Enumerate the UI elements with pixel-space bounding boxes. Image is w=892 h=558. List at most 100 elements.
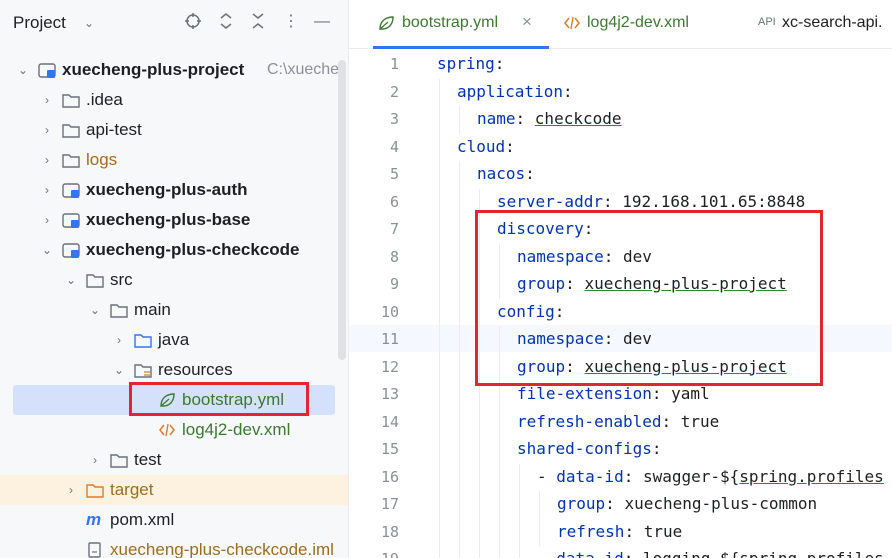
tree-item-java[interactable]: › java	[0, 325, 348, 355]
chevron-down-icon[interactable]: ⌄	[65, 273, 77, 287]
indent-guide	[539, 491, 540, 519]
chevron-right-icon[interactable]: ›	[41, 153, 53, 167]
tree-item-test[interactable]: › test	[0, 445, 348, 475]
indent-guide	[539, 518, 540, 546]
chevron-down-icon[interactable]: ⌄	[84, 16, 94, 30]
indent-guide	[499, 518, 500, 546]
chevron-down-icon[interactable]: ⌄	[17, 63, 29, 77]
locate-icon[interactable]	[183, 12, 203, 32]
expand-all-icon[interactable]	[216, 12, 236, 32]
code-line: name: checkcode	[349, 106, 892, 134]
indent-guide	[439, 271, 440, 299]
tree-item-idea[interactable]: › .idea	[0, 85, 348, 115]
code-line: - data-id: swagger-${spring.profiles	[349, 463, 892, 491]
chevron-down-icon[interactable]: ⌄	[41, 243, 53, 257]
folder-icon	[62, 121, 80, 139]
code-line: group: xuecheng-plus-common	[349, 491, 892, 519]
indent-guide	[439, 298, 440, 326]
tab-bootstrap-yml[interactable]: bootstrap.yml ×	[349, 0, 559, 49]
indent-guide	[459, 546, 460, 558]
chevron-right-icon[interactable]: ›	[41, 183, 53, 197]
chevron-down-icon[interactable]: ⌄	[113, 363, 125, 377]
yaml-key: spring	[437, 54, 495, 73]
editor-tab-bar: bootstrap.yml × log4j2-dev.xml API xc-se…	[349, 0, 892, 49]
list-dash: -	[537, 466, 557, 486]
tree-item-pom-xml[interactable]: m pom.xml	[0, 505, 348, 535]
chevron-right-icon[interactable]: ›	[41, 93, 53, 107]
chevron-down-icon[interactable]: ⌄	[89, 303, 101, 317]
indent-guide	[439, 408, 440, 436]
maven-icon: m	[86, 510, 102, 529]
indent-guide	[459, 326, 460, 354]
more-options-icon[interactable]: ⋮	[281, 12, 301, 32]
code-line: application:	[349, 78, 892, 106]
tree-item-src[interactable]: ⌄ src	[0, 265, 348, 295]
project-tree-scrollbar[interactable]	[338, 60, 346, 360]
yaml-separator: :	[525, 164, 535, 183]
yaml-key: refresh-enabled	[517, 411, 662, 431]
tree-item-logs[interactable]: › logs	[0, 145, 348, 175]
code-line: shared-configs:	[349, 436, 892, 464]
yaml-key: file-extension	[517, 384, 652, 403]
folder-icon	[86, 271, 104, 289]
highlight-box-bootstrap-yml	[129, 382, 309, 416]
yaml-separator: :	[605, 494, 625, 513]
collapse-all-icon[interactable]	[248, 12, 268, 32]
folder-icon	[110, 301, 128, 319]
indent-guide	[499, 546, 500, 558]
indent-guide	[519, 518, 520, 546]
yaml-key: application	[457, 81, 563, 101]
chevron-right-icon[interactable]: ›	[41, 213, 53, 227]
indent-guide	[459, 216, 460, 244]
yaml-separator: :	[661, 411, 681, 431]
yaml-separator: :	[651, 384, 672, 403]
tree-item-xuecheng-plus-project[interactable]: ⌄ xuecheng-plus-project C:\xuecher	[0, 55, 348, 85]
tree-item-iml-file[interactable]: xuecheng-plus-checkcode.iml	[0, 535, 348, 558]
tree-item-xuecheng-plus-auth[interactable]: › xuecheng-plus-auth	[0, 175, 348, 205]
chevron-right-icon[interactable]: ›	[41, 123, 53, 137]
minimize-icon[interactable]: —	[312, 12, 332, 32]
yaml-key: refresh	[557, 521, 625, 541]
tab-log4j2-dev-xml[interactable]: log4j2-dev.xml	[559, 0, 749, 48]
yaml-key: nacos	[477, 164, 526, 183]
indent-guide	[459, 161, 460, 189]
chevron-right-icon[interactable]: ›	[65, 483, 77, 497]
code-line: cloud:	[349, 133, 892, 161]
indent-guide	[479, 408, 480, 436]
yaml-value: true	[643, 521, 683, 541]
code-line: refresh-enabled: true	[349, 408, 892, 436]
tree-item-main[interactable]: ⌄ main	[0, 295, 348, 325]
tree-item-target[interactable]: › target	[0, 475, 348, 505]
chevron-right-icon[interactable]: ›	[113, 333, 125, 347]
chevron-right-icon[interactable]: ›	[89, 453, 101, 467]
tree-item-xuecheng-plus-checkcode[interactable]: ⌄ xuecheng-plus-checkcode	[0, 235, 348, 265]
folder-icon	[62, 151, 80, 169]
yaml-separator: :	[602, 191, 623, 211]
yaml-key: cloud	[457, 136, 506, 156]
tree-item-label: xuecheng-plus-base	[86, 210, 251, 229]
tab-label: log4j2-dev.xml	[587, 14, 689, 31]
tab-xc-search-api[interactable]: API xc-search-api.	[749, 0, 892, 48]
tree-item-log4j2-dev-xml[interactable]: log4j2-dev.xml	[0, 415, 348, 445]
tree-item-api-test[interactable]: › api-test	[0, 115, 348, 145]
indent-guide	[439, 381, 440, 409]
indent-guide	[439, 133, 440, 161]
tree-item-xuecheng-plus-base[interactable]: › xuecheng-plus-base	[0, 205, 348, 235]
indent-guide	[519, 546, 520, 558]
code-line: nacos:	[349, 161, 892, 189]
close-icon[interactable]: ×	[522, 12, 532, 32]
yaml-separator: :	[624, 549, 643, 558]
indent-guide	[439, 353, 440, 381]
folder-icon	[62, 91, 80, 109]
indent-guide	[439, 216, 440, 244]
indent-guide	[519, 463, 520, 491]
yaml-separator: :	[624, 521, 644, 541]
tree-item-resources[interactable]: ⌄ resources	[0, 355, 348, 385]
indent-guide	[499, 463, 500, 491]
yaml-key: server-addr	[497, 191, 603, 211]
yaml-key: shared-configs	[517, 439, 652, 458]
project-panel-title[interactable]: Project	[13, 13, 66, 33]
yaml-separator: :	[515, 109, 535, 128]
indent-guide	[439, 326, 440, 354]
folder-icon	[110, 451, 128, 469]
